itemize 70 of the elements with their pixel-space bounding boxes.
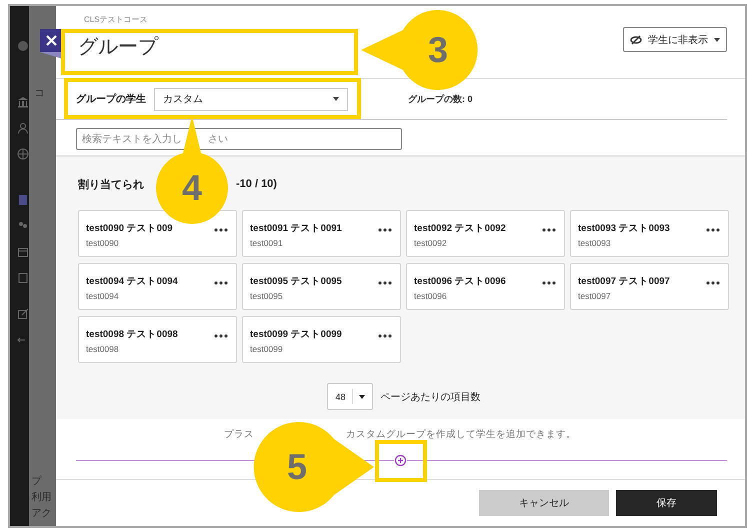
student-card[interactable]: test0091 テスト0091 test0091 xyxy=(242,210,401,257)
nav-label: プ xyxy=(32,474,42,488)
section-heading: -10 / 10) xyxy=(236,178,277,190)
student-id: test0097 xyxy=(578,291,612,301)
student-card[interactable]: test0092 テスト0092 test0092 xyxy=(406,210,565,257)
hint-text: プラス xyxy=(224,428,254,441)
student-id: test0093 xyxy=(578,238,612,248)
document-icon[interactable] xyxy=(16,272,29,284)
cancel-button[interactable]: キャンセル xyxy=(479,490,609,516)
student-name: test0091 テスト0091 xyxy=(250,222,342,235)
nav-label: アク xyxy=(32,507,52,520)
more-icon[interactable] xyxy=(378,281,392,285)
more-icon[interactable] xyxy=(214,334,228,338)
section-heading: 割り当てられ xyxy=(78,178,144,192)
add-icon[interactable] xyxy=(394,454,407,467)
student-card[interactable]: test0095 テスト0095 test0095 xyxy=(242,263,401,310)
student-card[interactable]: test0098 テスト0098 test0098 xyxy=(78,316,237,363)
more-icon[interactable] xyxy=(214,281,228,285)
student-name: test0092 テスト0092 xyxy=(414,222,506,235)
calendar-icon[interactable] xyxy=(16,246,29,258)
student-name: test0097 テスト0097 xyxy=(578,275,670,288)
student-card[interactable]: test0094 テスト0094 test0094 xyxy=(78,263,237,310)
student-id: test0096 xyxy=(414,291,448,301)
more-icon[interactable] xyxy=(378,334,392,338)
caret-icon xyxy=(714,38,720,42)
save-button[interactable]: 保存 xyxy=(616,490,717,516)
student-name: test0093 テスト0093 xyxy=(578,222,670,235)
student-card[interactable]: test0099 テスト0099 test0099 xyxy=(242,316,401,363)
more-icon[interactable] xyxy=(542,228,556,232)
close-icon[interactable] xyxy=(40,29,63,59)
visibility-button[interactable]: 学生に非表示 xyxy=(623,27,727,52)
more-icon[interactable] xyxy=(214,228,228,232)
more-icon[interactable] xyxy=(706,281,720,285)
nav-label: コ xyxy=(34,87,45,100)
search-field[interactable]: 検索テキストを入力し さい xyxy=(76,128,402,150)
student-id: test0091 xyxy=(250,238,284,248)
student-name: test0094 テスト0094 xyxy=(86,275,178,288)
student-name: test0099 テスト0099 xyxy=(250,328,342,341)
group-select[interactable]: カスタム xyxy=(154,88,348,110)
student-id: test0092 xyxy=(414,238,448,248)
group-count: グループの数: 0 xyxy=(408,92,473,106)
student-name: test0098 テスト0098 xyxy=(86,328,178,341)
more-icon[interactable] xyxy=(542,281,556,285)
student-id: test0099 xyxy=(250,344,284,354)
page-size-label: ページあたりの項目数 xyxy=(380,390,480,404)
student-name: test0095 テスト0095 xyxy=(250,275,342,288)
globe-icon[interactable] xyxy=(16,148,29,160)
caret-icon xyxy=(333,97,339,101)
breadcrumb[interactable]: CLSテストコース xyxy=(84,14,354,26)
student-card[interactable]: test0093 テスト0093 test0093 xyxy=(570,210,729,257)
more-icon[interactable] xyxy=(706,228,720,232)
student-name: test0090 テスト009 xyxy=(86,222,173,235)
person-icon[interactable] xyxy=(16,122,29,134)
student-card[interactable]: test0097 テスト0097 test0097 xyxy=(570,263,729,310)
hint-text: カスタムグループを作成して学生を追加できます。 xyxy=(346,428,576,441)
bank-icon[interactable] xyxy=(16,96,29,108)
edit-icon[interactable] xyxy=(16,308,29,320)
field-label: グループの学生 xyxy=(76,92,146,106)
student-card[interactable]: test0090 テスト009 test0090 xyxy=(78,210,237,257)
student-id: test0098 xyxy=(86,344,120,354)
more-icon[interactable] xyxy=(378,228,392,232)
student-id: test0094 xyxy=(86,291,120,301)
student-name: test0096 テスト0096 xyxy=(414,275,506,288)
student-id: test0095 xyxy=(250,291,284,301)
caret-icon xyxy=(358,394,365,398)
student-id: test0090 xyxy=(86,238,120,248)
nav-label: 利用 xyxy=(32,490,52,504)
page-size-select[interactable]: 48 xyxy=(326,383,372,410)
eye-slash-icon xyxy=(630,34,642,44)
student-card[interactable]: test0096 テスト0096 test0096 xyxy=(406,263,565,310)
